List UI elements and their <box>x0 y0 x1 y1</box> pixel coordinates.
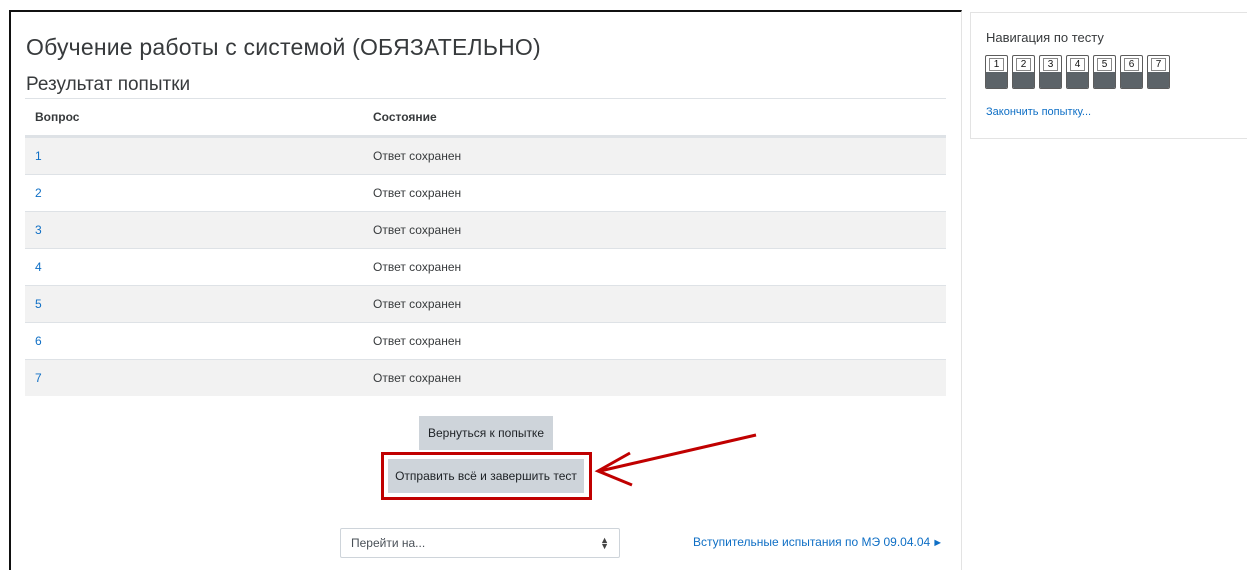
nav-question-button[interactable]: 1 <box>985 55 1008 89</box>
status-cell: Ответ сохранен <box>373 260 462 274</box>
nav-question-button[interactable]: 3 <box>1039 55 1062 89</box>
status-cell: Ответ сохранен <box>373 149 462 163</box>
annotation-arrow-icon <box>594 433 757 487</box>
table-row: 7 Ответ сохранен <box>25 359 946 396</box>
next-activity-label: Вступительные испытания по МЭ 09.04.04 <box>693 535 931 549</box>
table-row: 6 Ответ сохранен <box>25 322 946 359</box>
column-header-status: Состояние <box>373 110 437 124</box>
status-cell: Ответ сохранен <box>373 334 462 348</box>
return-to-attempt-button[interactable]: Вернуться к попытке <box>419 416 553 450</box>
question-link-7[interactable]: 7 <box>35 371 42 385</box>
nav-question-button[interactable]: 2 <box>1012 55 1035 89</box>
select-updown-icon: ▲ ▼ <box>600 535 609 551</box>
table-row: 4 Ответ сохранен <box>25 248 946 285</box>
question-link-1[interactable]: 1 <box>35 149 42 163</box>
question-link-4[interactable]: 4 <box>35 260 42 274</box>
table-row: 1 Ответ сохранен <box>25 137 946 174</box>
next-activity-link[interactable]: Вступительные испытания по МЭ 09.04.04 ► <box>693 535 943 549</box>
table-row: 3 Ответ сохранен <box>25 211 946 248</box>
question-link-6[interactable]: 6 <box>35 334 42 348</box>
status-cell: Ответ сохранен <box>373 223 462 237</box>
status-cell: Ответ сохранен <box>373 297 462 311</box>
question-buttons: 1 2 3 4 5 6 7 <box>985 55 1170 89</box>
status-cell: Ответ сохранен <box>373 371 462 385</box>
status-cell: Ответ сохранен <box>373 186 462 200</box>
nav-question-button[interactable]: 5 <box>1093 55 1116 89</box>
column-header-question: Вопрос <box>35 110 80 124</box>
arrow-right-icon: ► <box>932 537 944 549</box>
table-row: 5 Ответ сохранен <box>25 285 946 322</box>
question-link-2[interactable]: 2 <box>35 186 42 200</box>
finish-attempt-link[interactable]: Закончить попытку... <box>986 106 1091 118</box>
question-link-5[interactable]: 5 <box>35 297 42 311</box>
course-title: Обучение работы с системой (ОБЯЗАТЕЛЬНО) <box>26 34 541 60</box>
nav-question-button[interactable]: 7 <box>1147 55 1170 89</box>
submit-all-button[interactable]: Отправить всё и завершить тест <box>388 459 584 493</box>
summary-table: Вопрос Состояние 1 Ответ сохранен 2 Отве… <box>25 98 946 396</box>
nav-question-button[interactable]: 6 <box>1120 55 1143 89</box>
jump-to-select[interactable]: Перейти на... ▲ ▼ <box>340 528 620 558</box>
main-region: Обучение работы с системой (ОБЯЗАТЕЛЬНО)… <box>9 10 962 570</box>
nav-question-button[interactable]: 4 <box>1066 55 1089 89</box>
quiz-navigation-block: Навигация по тесту 1 2 3 4 5 6 7 Закончи… <box>970 12 1247 139</box>
jump-select-value: Перейти на... <box>351 536 426 550</box>
table-header-row: Вопрос Состояние <box>25 99 946 137</box>
page-subtitle: Результат попытки <box>26 74 191 95</box>
question-link-3[interactable]: 3 <box>35 223 42 237</box>
top-strip <box>0 0 1247 10</box>
navigation-title: Навигация по тесту <box>986 30 1104 45</box>
table-row: 2 Ответ сохранен <box>25 174 946 211</box>
